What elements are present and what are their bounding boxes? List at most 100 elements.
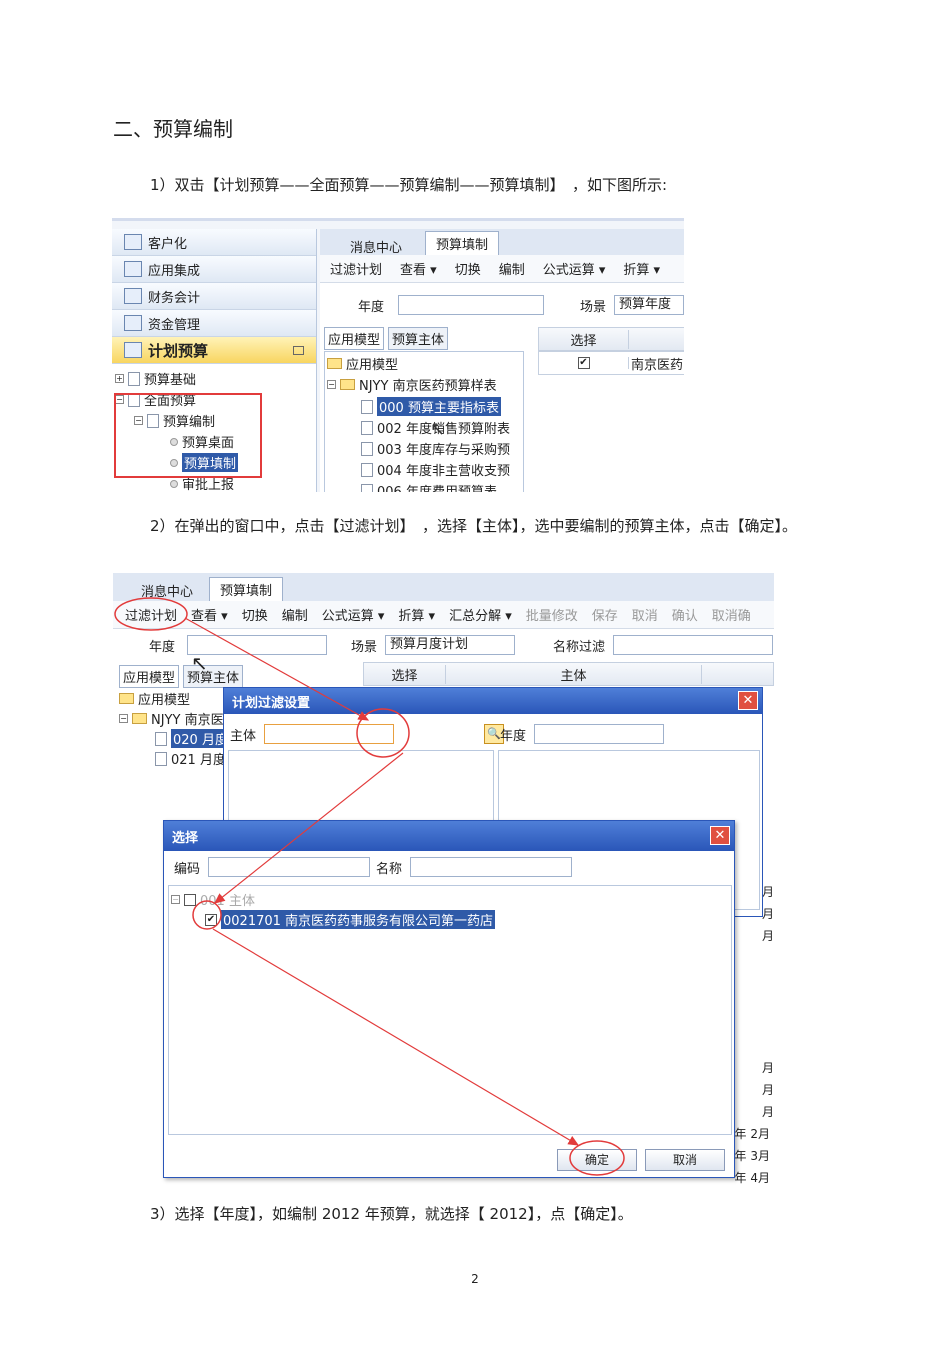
switch-button[interactable]: 切换 xyxy=(242,605,268,624)
tab-bar: 消息中心 预算填制 xyxy=(113,573,774,601)
document-icon xyxy=(361,420,373,435)
collapse-icon[interactable] xyxy=(293,345,304,355)
filter-dialog-title: 计划过滤设置 ✕ xyxy=(224,688,762,714)
tree-node-model-root[interactable]: 应用模型 xyxy=(327,354,398,373)
unconfirm-button[interactable]: 取消确 xyxy=(712,605,751,624)
nav-item-plan-budget[interactable]: 计划预算 xyxy=(112,337,316,364)
close-icon[interactable]: ✕ xyxy=(710,826,730,845)
section-heading: 二、预算编制 xyxy=(113,117,233,141)
tree-node-model-root[interactable]: 应用模型 xyxy=(119,689,190,708)
root-checkbox[interactable] xyxy=(184,893,196,906)
name-filter-input[interactable] xyxy=(613,635,774,655)
item-checkbox[interactable]: ✔ xyxy=(205,913,217,926)
save-button[interactable]: 保存 xyxy=(592,605,618,624)
tab-message-center[interactable]: 消息中心 xyxy=(340,235,412,256)
formula-menu[interactable]: 公式运算 ▾ xyxy=(322,605,385,624)
step-1-text: 1）双击【计划预算——全面预算——预算编制——预算填制】 ，如下图所示: xyxy=(150,176,668,194)
collapse-tree-icon[interactable]: − xyxy=(327,380,336,389)
scene-input[interactable]: 预算月度计划 xyxy=(385,635,516,655)
select-dialog-title: 选择 ✕ xyxy=(164,821,734,851)
integration-icon xyxy=(124,261,142,277)
tree-node-model-020[interactable]: 020 月度 xyxy=(155,729,230,748)
batch-edit-button[interactable]: 批量修改 xyxy=(526,605,578,624)
collapse-tree-icon[interactable]: − xyxy=(171,895,180,904)
subtab-model[interactable]: 应用模型 xyxy=(119,665,180,688)
folder-icon xyxy=(340,379,355,390)
tree-node-model-group[interactable]: − NJYY 南京医药预算样表 xyxy=(327,375,497,394)
view-menu[interactable]: 查看 ▾ xyxy=(400,259,437,278)
grid-icon xyxy=(124,234,142,250)
grid-col-entity: 主体 xyxy=(446,664,702,684)
name-input[interactable] xyxy=(410,857,573,877)
tree-node-budget-basic[interactable]: + 预算基础 xyxy=(115,369,196,388)
nav-item-finance[interactable]: 财务会计 xyxy=(112,283,316,310)
toolbar: 过滤计划 查看 ▾ 切换 编制 公式运算 ▾ 折算 ▾ xyxy=(320,255,684,283)
grid-header: 选择 主体 xyxy=(363,662,774,686)
convert-menu[interactable]: 折算 ▾ xyxy=(623,259,660,278)
close-icon[interactable]: ✕ xyxy=(738,691,758,710)
tree-node-entity-root[interactable]: −001 主体 xyxy=(171,890,255,909)
row-checkbox[interactable]: ✔ xyxy=(577,357,590,369)
users-icon xyxy=(124,288,142,304)
subtab-bar: 应用模型 预算主体 xyxy=(119,665,244,688)
scene-field: 场景 预算月度计划 xyxy=(351,635,516,655)
tree-node-model-group[interactable]: − NJYY 南京医 xyxy=(119,709,224,728)
document-icon xyxy=(155,731,167,746)
tab-budget-fill[interactable]: 预算填制 xyxy=(425,231,500,255)
subtab-bar: 应用模型 预算主体 xyxy=(324,327,449,350)
nav-item-funds[interactable]: 资金管理 xyxy=(112,310,316,337)
compile-button[interactable]: 编制 xyxy=(282,605,308,624)
coins-icon xyxy=(124,315,142,331)
document-icon xyxy=(155,751,167,766)
name-filter-field: 名称过滤 xyxy=(553,635,774,655)
expand-icon[interactable]: + xyxy=(115,374,124,383)
tree-node-model-006[interactable]: 006 年度费用预算表 xyxy=(361,481,497,492)
subtab-entity[interactable]: 预算主体 xyxy=(388,327,449,350)
tree-node-model-004[interactable]: 004 年度非主营收支预 xyxy=(361,460,510,479)
nav-item-customize[interactable]: 客户化 xyxy=(112,229,316,256)
filter-year-field: 年度 xyxy=(500,724,665,744)
step-3-text: 3）选择【年度】，如编制 2012 年预算，就选择【 2012】，点【确定】。 xyxy=(150,1205,633,1223)
page-number: 2 xyxy=(471,1272,479,1286)
tab-budget-fill[interactable]: 预算填制 xyxy=(209,577,284,601)
year-input[interactable] xyxy=(187,635,328,655)
code-input[interactable] xyxy=(208,857,371,877)
cancel-button[interactable]: 取消 xyxy=(632,605,658,624)
entity-tree: −001 主体 ✔ 0021701 南京医药药事服务有限公司第一药店 xyxy=(168,885,732,1135)
summary-menu[interactable]: 汇总分解 ▾ xyxy=(449,605,512,624)
filter-plan-button[interactable]: 过滤计划 xyxy=(125,605,177,624)
tree-node-model-003[interactable]: 003 年度库存与采购预 xyxy=(361,439,510,458)
scene-field: 场景 预算年度 xyxy=(580,295,684,315)
formula-menu[interactable]: 公式运算 ▾ xyxy=(543,259,606,278)
switch-button[interactable]: 切换 xyxy=(455,259,481,278)
leaf-icon xyxy=(170,479,178,488)
tree-node-model-021[interactable]: 021 月度 xyxy=(155,749,226,768)
view-menu[interactable]: 查看 ▾ xyxy=(191,605,228,624)
ok-button[interactable]: 确定 xyxy=(557,1149,637,1171)
cursor-icon: ↖ xyxy=(191,651,208,675)
nav-item-integration[interactable]: 应用集成 xyxy=(112,256,316,283)
tree-node-entity-item[interactable]: ✔ 0021701 南京医药药事服务有限公司第一药店 xyxy=(205,910,496,929)
plan-icon xyxy=(124,342,142,358)
tree-node-model-000[interactable]: 000 预算主要指标表 xyxy=(361,397,501,416)
subtab-model[interactable]: 应用模型 xyxy=(324,327,385,350)
highlight-box xyxy=(114,393,262,478)
year-input[interactable] xyxy=(398,295,545,315)
collapse-tree-icon[interactable]: − xyxy=(119,714,128,723)
entity-input[interactable] xyxy=(264,724,395,744)
grid-row[interactable]: ✔ 南京医药 xyxy=(538,351,684,375)
convert-menu[interactable]: 折算 ▾ xyxy=(398,605,435,624)
filter-year-input[interactable] xyxy=(534,724,665,744)
screenshot-2: 消息中心 预算填制 过滤计划 查看 ▾ 切换 编制 公式运算 ▾ 折算 ▾ 汇总… xyxy=(113,573,774,1187)
filter-plan-button[interactable]: 过滤计划 xyxy=(330,259,382,278)
cancel-button[interactable]: 取消 xyxy=(645,1149,725,1171)
tab-message-center[interactable]: 消息中心 xyxy=(131,579,203,600)
folder-icon xyxy=(327,358,342,369)
scene-input[interactable]: 预算年度 xyxy=(614,295,684,315)
compile-button[interactable]: 编制 xyxy=(499,259,525,278)
confirm-button[interactable]: 确认 xyxy=(672,605,698,624)
folder-icon xyxy=(119,693,134,704)
name-field: 名称 xyxy=(376,857,573,877)
grid-header: 选择 xyxy=(538,327,684,351)
grid-cell-entity: 南京医药 xyxy=(631,357,684,373)
